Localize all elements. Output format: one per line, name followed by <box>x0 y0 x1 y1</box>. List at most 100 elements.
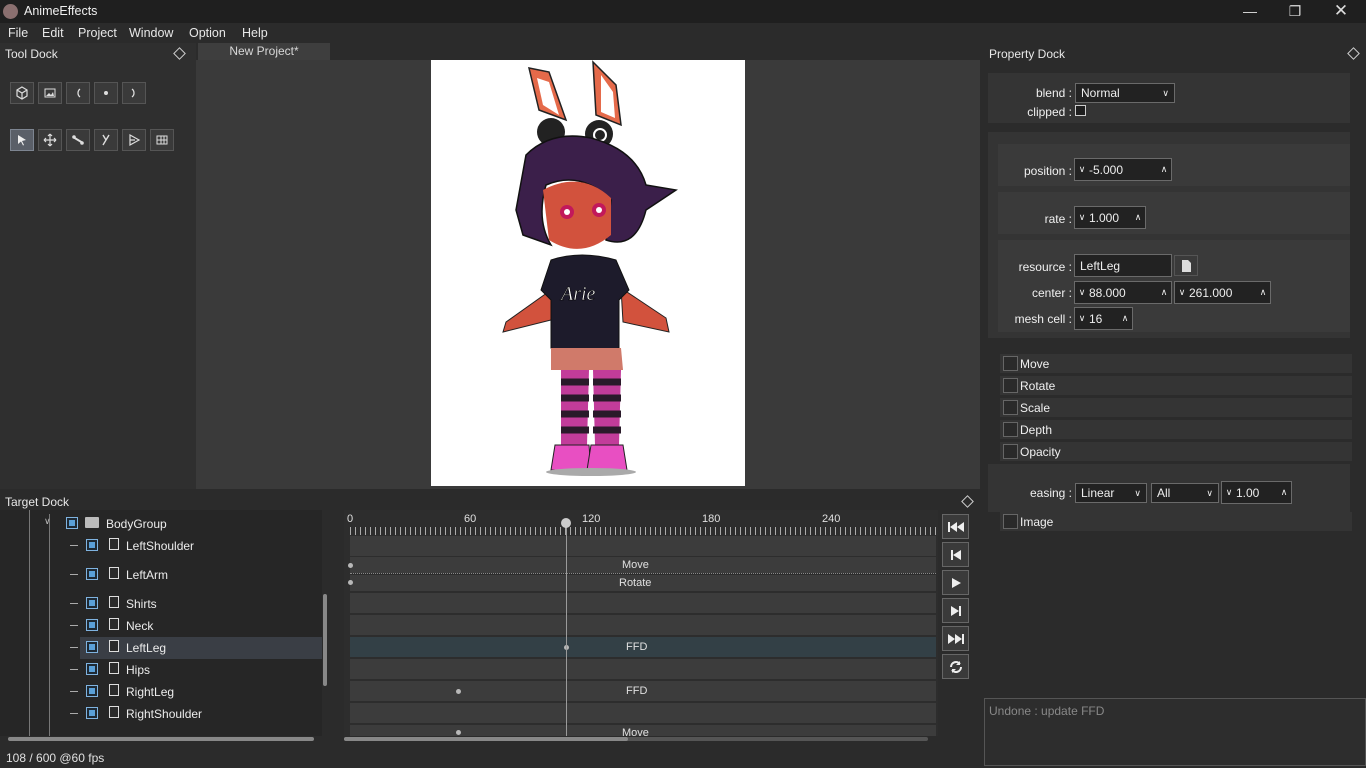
bone-icon[interactable] <box>66 129 90 151</box>
move-icon[interactable] <box>38 129 62 151</box>
chevron-down-icon[interactable]: ∨ <box>1175 287 1189 298</box>
chevron-up-icon[interactable]: ∧ <box>1131 212 1145 223</box>
easing-range-select[interactable]: All ∨ <box>1151 483 1219 503</box>
timeline-track[interactable] <box>350 703 936 723</box>
position-spinbox[interactable]: ∨ -5.000 ∧ <box>1074 158 1172 181</box>
expand-checkbox[interactable] <box>1003 378 1018 393</box>
visibility-checkbox[interactable] <box>86 597 98 609</box>
undo-entry[interactable]: Undone : update FFD <box>989 704 1104 718</box>
expand-checkbox[interactable] <box>1003 514 1018 529</box>
visibility-checkbox[interactable] <box>66 517 78 529</box>
chevron-up-icon[interactable]: ∧ <box>1157 164 1171 175</box>
rotate-left-icon[interactable] <box>66 82 90 104</box>
key-opacity-row[interactable]: Opacity <box>1000 442 1352 461</box>
center-y-spinbox[interactable]: ∨ 261.000 ∧ <box>1174 281 1271 304</box>
chevron-down-icon[interactable]: ∨ <box>1075 212 1089 223</box>
menu-project[interactable]: Project <box>78 26 117 40</box>
chevron-up-icon[interactable]: ∧ <box>1118 313 1132 324</box>
resource-field[interactable]: LeftLeg <box>1074 254 1172 277</box>
layer-row[interactable]: Shirts <box>70 593 322 615</box>
visibility-checkbox[interactable] <box>86 619 98 631</box>
minimize-icon[interactable]: — <box>1227 0 1273 23</box>
chevron-up-icon[interactable]: ∧ <box>1157 287 1171 298</box>
layer-row[interactable]: LeftArm <box>70 564 322 586</box>
file-open-icon[interactable] <box>1174 255 1198 276</box>
playhead-handle[interactable] <box>561 518 571 528</box>
keyframe[interactable] <box>456 730 461 735</box>
maximize-icon[interactable]: ❐ <box>1272 0 1318 23</box>
keyframe[interactable] <box>348 563 353 568</box>
close-icon[interactable]: ✕ <box>1318 0 1364 23</box>
timeline-track-rotate[interactable]: Rotate <box>350 575 936 591</box>
ffd-icon[interactable] <box>150 129 174 151</box>
meshcell-spinbox[interactable]: ∨ 16 ∧ <box>1074 307 1133 330</box>
visibility-checkbox[interactable] <box>86 568 98 580</box>
tree-row-group[interactable]: ∨ BodyGroup <box>0 513 322 535</box>
tree-h-scrollbar[interactable] <box>8 737 314 741</box>
menu-help[interactable]: Help <box>242 26 268 40</box>
chevron-down-icon[interactable]: ∨ <box>1075 164 1089 175</box>
expand-checkbox[interactable] <box>1003 400 1018 415</box>
rate-spinbox[interactable]: ∨ 1.000 ∧ <box>1074 206 1146 229</box>
timeline-h-scrollbar[interactable] <box>344 737 628 741</box>
layer-row[interactable]: LeftShoulder <box>70 535 322 557</box>
reset-rotation-icon[interactable] <box>94 82 118 104</box>
expand-checkbox[interactable] <box>1003 356 1018 371</box>
visibility-checkbox[interactable] <box>86 685 98 697</box>
visibility-checkbox[interactable] <box>86 539 98 551</box>
chevron-up-icon[interactable]: ∧ <box>1256 287 1270 298</box>
layer-row[interactable]: RightShoulder <box>70 703 322 725</box>
visibility-checkbox[interactable] <box>86 663 98 675</box>
cube-icon[interactable] <box>10 82 34 104</box>
layer-row[interactable]: RightLeg <box>70 681 322 703</box>
timeline-track-move[interactable]: Move <box>350 725 936 736</box>
rotate-right-icon[interactable] <box>122 82 146 104</box>
chevron-down-icon[interactable]: ∨ <box>44 516 51 527</box>
timeline-track[interactable] <box>350 536 936 556</box>
menu-option[interactable]: Option <box>189 26 226 40</box>
layer-row[interactable]: Neck <box>70 615 322 637</box>
blend-select[interactable]: Normal ∨ <box>1075 83 1175 103</box>
timeline-ruler[interactable] <box>350 527 936 535</box>
timeline-track[interactable] <box>350 659 936 679</box>
keyframe[interactable] <box>456 689 461 694</box>
timeline-track-ffd[interactable]: FFD <box>350 681 936 701</box>
layer-row[interactable]: LeftLeg <box>70 637 322 659</box>
menu-window[interactable]: Window <box>129 26 173 40</box>
key-move-row[interactable]: Move <box>1000 354 1352 373</box>
expand-checkbox[interactable] <box>1003 422 1018 437</box>
layer-row[interactable]: Hips <box>70 659 322 681</box>
center-x-spinbox[interactable]: ∨ 88.000 ∧ <box>1074 281 1172 304</box>
chevron-down-icon[interactable]: ∨ <box>1222 487 1236 498</box>
key-depth-row[interactable]: Depth <box>1000 420 1352 439</box>
easing-type-select[interactable]: Linear ∨ <box>1075 483 1147 503</box>
timeline-track[interactable] <box>350 593 936 613</box>
clipped-checkbox[interactable] <box>1075 105 1086 116</box>
key-image-row[interactable]: Image <box>1000 512 1352 531</box>
image-icon[interactable] <box>38 82 62 104</box>
visibility-checkbox[interactable] <box>86 641 98 653</box>
tab-new-project[interactable]: New Project* <box>198 43 330 60</box>
timeline-track-ffd-selected[interactable]: FFD <box>350 637 936 657</box>
step-forward-icon[interactable] <box>942 598 969 623</box>
skip-to-start-icon[interactable] <box>942 514 969 539</box>
cursor-icon[interactable] <box>10 129 34 151</box>
timeline-track[interactable] <box>350 615 936 635</box>
step-back-icon[interactable] <box>942 542 969 567</box>
play-icon[interactable] <box>942 570 969 595</box>
key-scale-row[interactable]: Scale <box>1000 398 1352 417</box>
keyframe[interactable] <box>348 580 353 585</box>
easing-weight-spinbox[interactable]: ∨ 1.00 ∧ <box>1221 481 1292 504</box>
chevron-down-icon[interactable]: ∨ <box>1075 313 1089 324</box>
chevron-up-icon[interactable]: ∧ <box>1277 487 1291 498</box>
menu-file[interactable]: File <box>8 26 28 40</box>
chevron-down-icon[interactable]: ∨ <box>1075 287 1089 298</box>
expand-checkbox[interactable] <box>1003 444 1018 459</box>
loop-icon[interactable] <box>942 654 969 679</box>
menu-edit[interactable]: Edit <box>42 26 64 40</box>
visibility-checkbox[interactable] <box>86 707 98 719</box>
pose-icon[interactable] <box>94 129 118 151</box>
timeline-track-move[interactable]: Move <box>350 557 936 573</box>
key-rotate-row[interactable]: Rotate <box>1000 376 1352 395</box>
mesh-icon[interactable] <box>122 129 146 151</box>
